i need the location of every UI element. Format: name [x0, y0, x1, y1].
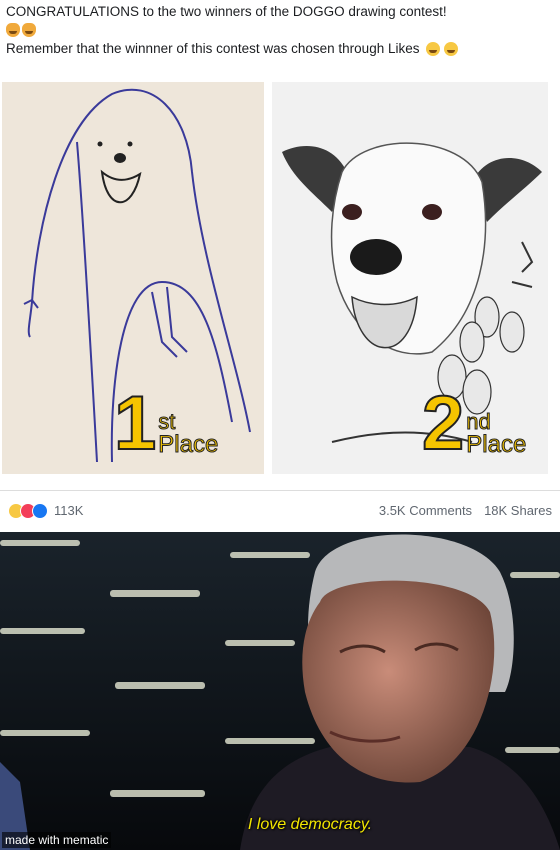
post-line-2: Remember that the winnner of this contes… [6, 39, 556, 58]
cat-face-icon [22, 23, 36, 37]
place-number: 2 [421, 381, 465, 466]
place-number: 1 [113, 381, 157, 466]
place-word: Place [158, 430, 219, 458]
post-text: CONGRATULATIONS to the two winners of th… [6, 2, 556, 58]
comments-count-link[interactable]: 3.5K Comments [379, 503, 472, 518]
cat-face-icon [6, 23, 20, 37]
place-word: Place [466, 430, 527, 458]
place-suffix: st [158, 408, 176, 434]
grimacing-face-icon [444, 42, 459, 57]
grimacing-face-icon [426, 42, 441, 57]
emoji-row [6, 23, 556, 39]
mematic-watermark: made with mematic [2, 832, 112, 848]
post-line-1: CONGRATULATIONS to the two winners of th… [6, 4, 447, 19]
meme-image [0, 532, 560, 850]
reactions-summary[interactable]: 113K [8, 502, 84, 519]
first-place-panel[interactable]: 1 st Place [2, 82, 264, 474]
first-place-badge: 1 st Place [113, 381, 219, 466]
like-reaction-icon [32, 502, 48, 519]
shares-count-link[interactable]: 18K Shares [484, 503, 552, 518]
post-stats-bar: 113K 3.5K Comments 18K Shares [0, 490, 560, 530]
drawing-panels: 1 st Place 2 nd Place [0, 82, 560, 482]
place-suffix: nd [466, 408, 491, 434]
post-line-2-text: Remember that the winnner of this contes… [6, 41, 420, 56]
senate-chamber-scene [0, 532, 560, 850]
reactions-count: 113K [54, 503, 84, 518]
second-place-panel[interactable]: 2 nd Place [272, 82, 548, 474]
stats-right: 3.5K Comments 18K Shares [379, 503, 552, 518]
second-place-badge: 2 nd Place [421, 381, 527, 466]
